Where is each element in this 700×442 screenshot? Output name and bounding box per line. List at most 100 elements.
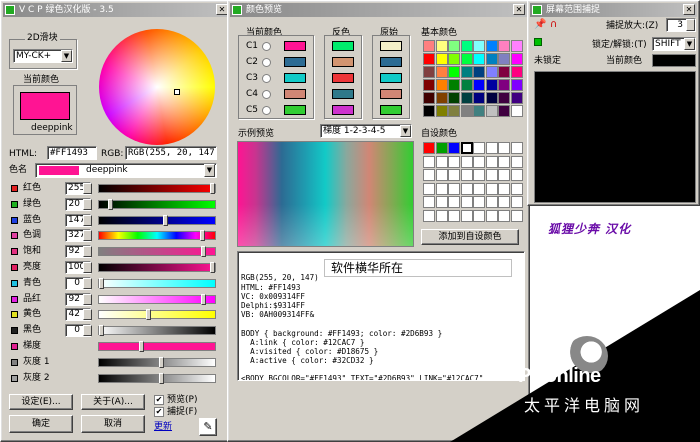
color-wheel[interactable] [99,29,215,145]
custom-color-cell[interactable] [473,196,485,208]
custom-color-cell[interactable] [460,209,473,222]
custom-color-cell[interactable] [460,142,473,154]
custom-color-cell[interactable] [473,155,485,168]
basic-color-cell[interactable] [423,105,435,117]
custom-color-cell[interactable] [435,196,448,208]
basic-color-cell[interactable] [485,53,498,65]
custom-color-cell[interactable] [460,182,473,195]
basic-color-cell[interactable] [460,53,473,65]
custom-color-cell[interactable] [460,169,473,181]
basic-color-cell[interactable] [448,105,460,117]
slider-thumb[interactable] [159,373,164,384]
custom-color-cell[interactable] [510,155,523,168]
ok-button[interactable]: 确定 [9,415,73,433]
channel-slider[interactable] [98,246,216,257]
capture-checkbox[interactable]: ✔ [154,407,164,417]
basic-color-cell[interactable] [448,79,460,91]
add-custom-button[interactable]: 添加到自设颜色 [421,229,519,245]
capture-view[interactable] [534,71,696,203]
custom-color-cell[interactable] [423,209,435,222]
row-bar[interactable] [98,357,216,368]
color-name-select[interactable]: deeppink [35,163,217,178]
channel-slider[interactable] [98,215,216,226]
close-button[interactable]: ✕ [683,4,695,15]
basic-color-cell[interactable] [510,92,523,104]
custom-color-cell[interactable] [435,142,448,154]
custom-color-cell[interactable] [423,142,435,154]
basic-color-cell[interactable] [510,105,523,117]
basic-color-cell[interactable] [448,66,460,78]
custom-color-cell[interactable] [485,196,498,208]
custom-color-cell[interactable] [423,196,435,208]
custom-color-cell[interactable] [510,182,523,195]
basic-color-cell[interactable] [423,92,435,104]
basic-color-cell[interactable] [460,79,473,91]
channel-spinner[interactable] [83,262,92,273]
current-color-cell[interactable] [284,73,306,83]
slider-thumb[interactable] [108,199,113,210]
basic-color-cell[interactable] [485,92,498,104]
cancel-button[interactable]: 取消 [81,415,145,433]
slider-thumb[interactable] [210,183,215,194]
current-color-cell[interactable] [284,89,306,99]
basic-color-cell[interactable] [435,40,448,52]
custom-color-cell[interactable] [448,196,460,208]
channel-spinner[interactable] [83,230,92,241]
basic-color-cell[interactable] [460,92,473,104]
custom-color-cell[interactable] [473,182,485,195]
close-button[interactable]: ✕ [513,4,525,15]
custom-color-cell[interactable] [498,169,510,181]
basic-color-cell[interactable] [473,105,485,117]
custom-color-cell[interactable] [460,155,473,168]
channel-spinner[interactable] [83,309,92,320]
basic-color-cell[interactable] [498,105,510,117]
slider-thumb[interactable] [163,215,168,226]
custom-color-cell[interactable] [485,155,498,168]
current-color-cell[interactable] [284,105,306,115]
basic-color-cell[interactable] [435,105,448,117]
custom-color-cell[interactable] [448,209,460,222]
channel-slider[interactable] [98,199,216,210]
custom-color-cell[interactable] [473,142,485,154]
custom-color-cell[interactable] [448,142,460,154]
custom-color-cell[interactable] [510,142,523,154]
basic-color-cell[interactable] [435,92,448,104]
magnet-icon[interactable]: ∩ [550,19,557,30]
preview-title-bar[interactable]: 颜色预览 [230,3,527,17]
custom-color-cell[interactable] [498,209,510,222]
basic-color-cell[interactable] [510,40,523,52]
slider-thumb[interactable] [159,357,164,368]
basic-color-cell[interactable] [485,40,498,52]
basic-color-cell[interactable] [423,53,435,65]
basic-color-cell[interactable] [498,40,510,52]
rgb-value-field[interactable]: RGB(255, 20, 147) [125,146,217,160]
slider-thumb[interactable] [201,246,206,257]
custom-color-cell[interactable] [510,209,523,222]
slider-thumb[interactable] [200,230,205,241]
slider-thumb[interactable] [139,341,144,352]
basic-color-cell[interactable] [498,53,510,65]
channel-spinner[interactable] [83,294,92,305]
slot-radio[interactable] [262,58,271,67]
basic-color-cell[interactable] [473,40,485,52]
basic-color-cell[interactable] [485,105,498,117]
channel-spinner[interactable] [83,278,92,289]
basic-color-cell[interactable] [510,79,523,91]
chevron-down-icon[interactable]: ▼ [400,125,411,137]
channel-slider[interactable] [98,230,216,241]
slider-thumb[interactable] [146,309,151,320]
basic-color-cell[interactable] [498,66,510,78]
custom-color-cell[interactable] [423,169,435,181]
basic-color-cell[interactable] [485,66,498,78]
custom-color-cell[interactable] [510,169,523,181]
basic-color-cell[interactable] [473,53,485,65]
custom-color-cell[interactable] [423,155,435,168]
zoom-spinner[interactable] [686,19,695,31]
custom-color-cell[interactable] [485,182,498,195]
channel-spinner[interactable] [83,215,92,226]
chevron-down-icon[interactable]: ▼ [204,164,215,177]
custom-color-cell[interactable] [460,196,473,208]
slot-radio[interactable] [262,74,271,83]
basic-color-cell[interactable] [460,105,473,117]
custom-color-cell[interactable] [435,209,448,222]
